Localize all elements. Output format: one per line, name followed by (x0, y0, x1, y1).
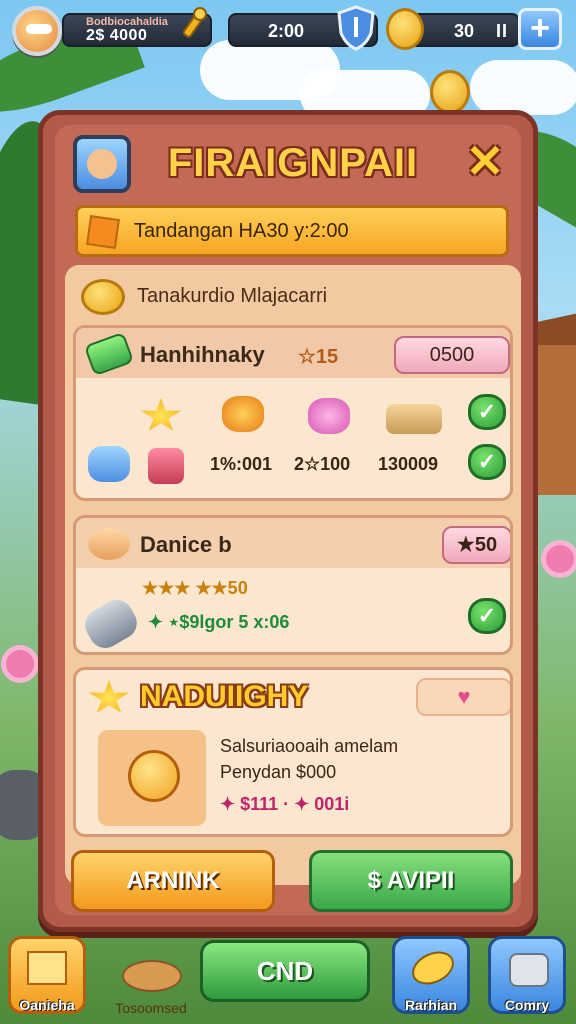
panel-title: FIRAIGNPAII (167, 141, 419, 185)
left-action-button[interactable]: ARNINK (71, 850, 275, 912)
bottom-left-label: Oanieha (19, 997, 75, 1013)
bottom-right2-label: Comry (504, 997, 550, 1013)
player-value: 2$ 4000 (86, 27, 148, 44)
card-head: Hanhihnaky ☆15 0500 (76, 328, 510, 378)
character-icon (73, 135, 131, 193)
anvil-icon (509, 953, 549, 987)
check-icon[interactable]: ✓ (468, 598, 506, 634)
stars-row: ★★★ ★★50 (142, 578, 248, 598)
timer-banner: Tandangan HA30 y:2:00 (75, 205, 509, 257)
close-button[interactable]: ✕ (461, 137, 509, 185)
scroll-icon (83, 331, 135, 377)
banner-text: Tandangan HA30 y:2:00 (134, 220, 349, 242)
card3-line3: ✦ $111 · ✦ 001i (220, 794, 350, 814)
card3-line1: Salsuriaooaih amelam (220, 736, 399, 756)
coin-stack-icon (81, 279, 125, 315)
panel-body: Tanakurdio Mlajacarri Hanhihnaky ☆15 050… (65, 265, 521, 885)
quest-panel: FIRAIGNPAII ✕ Tandangan HA30 y:2:00 Tana… (38, 110, 538, 932)
item-label: 130009 (378, 454, 439, 474)
card-title: NADUIIGHY (140, 680, 309, 713)
sun-box (98, 730, 206, 826)
coin-icon (386, 8, 424, 50)
avatar-icon[interactable] (12, 6, 62, 56)
card-title: Hanhihnaky (140, 342, 265, 367)
sun-icon (128, 750, 180, 802)
check-icon[interactable]: ✓ (468, 394, 506, 430)
coin-amount: 30 (454, 21, 475, 41)
bottom-stack-button[interactable]: Tosoomsed (112, 936, 190, 1016)
top-hud: Bodbiocahaldia 2$ 4000 2:00 30 II + (0, 0, 576, 60)
cloud (470, 60, 576, 115)
reward-row: ✦ ⋆$9lgor 5 x:06 (148, 612, 290, 632)
price-button[interactable]: ★50 (442, 526, 510, 564)
offer-card-1: Hanhihnaky ☆15 0500 1%:001 2☆100 130009 … (73, 325, 513, 501)
horn-icon (406, 945, 460, 991)
item-label: 2☆100 (294, 454, 351, 474)
star-icon (88, 680, 130, 713)
shield-icon[interactable] (336, 5, 376, 51)
offer-card-2: Danice b ★50 ★★★ ★★50 ✦ ⋆$9lgor 5 x:06 ✓ (73, 515, 513, 655)
offer-card-3: NADUIIGHY ♥ Salsuriaooaih amelam Penydan… (73, 667, 513, 837)
heart-icon: ♥ (457, 684, 471, 709)
right-action-button[interactable]: $ AVIPII (309, 850, 513, 912)
card-head: Danice b ★50 (76, 518, 510, 568)
cnd-button[interactable]: CND (200, 940, 370, 1002)
check-icon[interactable]: ✓ (468, 444, 506, 480)
potion-icon (308, 398, 350, 434)
card-title: Danice b (140, 532, 232, 557)
bottom-right1-label: Rarhian (404, 997, 458, 1013)
floating-coin-icon (430, 70, 470, 114)
hero-icon (88, 528, 130, 560)
stack-icon (122, 960, 182, 992)
flower (546, 545, 574, 573)
bottom-stack-label: Tosoomsed (115, 1000, 187, 1016)
ticket-icon (86, 215, 120, 249)
telescope-icon (79, 594, 143, 652)
flower (6, 650, 34, 678)
item-label: 1%:001 (210, 454, 273, 474)
coins-row-text: Tanakurdio Mlajacarri (137, 285, 328, 307)
price-button[interactable]: 0500 (394, 336, 510, 374)
bottom-right2-button[interactable]: Comry (488, 936, 566, 1014)
plus-button[interactable]: + (518, 8, 562, 50)
cannon-icon (88, 446, 130, 482)
heart-button[interactable]: ♥ (416, 678, 510, 716)
crystal-icon (222, 396, 264, 432)
timer-text: 2:00 (268, 21, 305, 41)
key-icon[interactable] (178, 6, 208, 44)
chest-icon (386, 404, 442, 434)
card-badge: ☆15 (298, 346, 339, 368)
bottom-left-button[interactable]: Oanieha (8, 936, 86, 1014)
pause-button[interactable]: II (496, 21, 508, 42)
box-icon (27, 951, 67, 985)
box-icon (148, 448, 184, 484)
card3-line2: Penydan $000 (220, 762, 337, 782)
bottom-right1-button[interactable]: Rarhian (392, 936, 470, 1014)
star-icon (140, 398, 182, 431)
